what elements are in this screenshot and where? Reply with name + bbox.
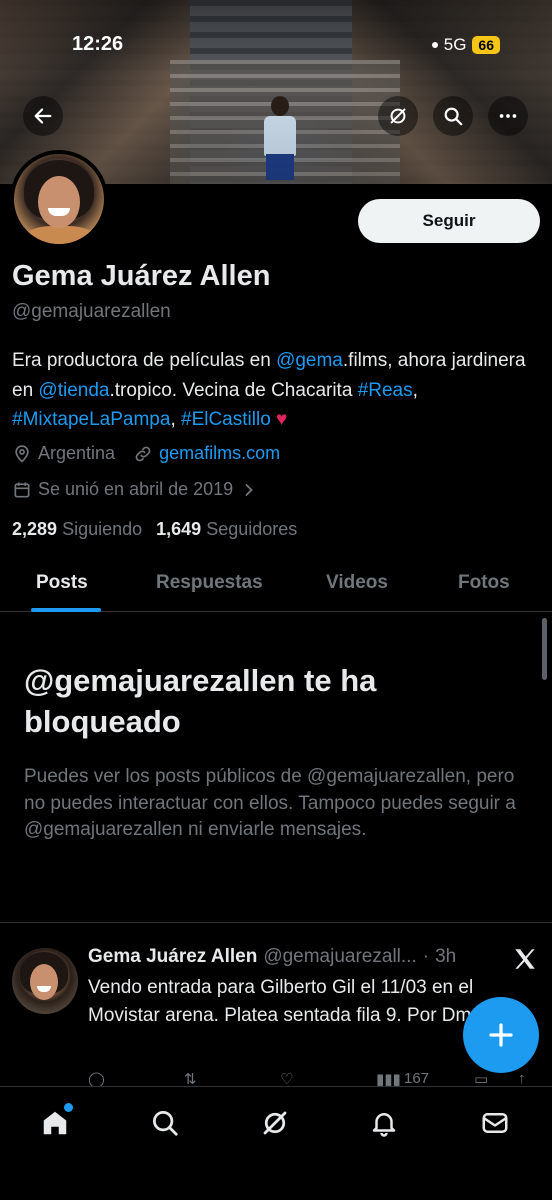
- tab-respuestas[interactable]: Respuestas: [156, 572, 263, 594]
- tab-videos[interactable]: Videos: [326, 572, 388, 594]
- tab-fotos[interactable]: Fotos: [458, 572, 510, 594]
- post-author-avatar[interactable]: [12, 948, 78, 1014]
- heart-emoji-icon: ♥: [276, 409, 288, 430]
- profile-bio: Era productora de películas en @gema.fil…: [12, 346, 540, 435]
- share-icon[interactable]: ↑: [518, 1070, 526, 1086]
- bio-mention-gema[interactable]: @gema: [276, 350, 343, 371]
- calendar-icon: [14, 482, 30, 497]
- bio-hashtag-castillo[interactable]: #ElCastillo: [181, 409, 271, 430]
- bookmark-icon[interactable]: ▭: [474, 1070, 488, 1086]
- repost-icon[interactable]: ⇅: [184, 1070, 197, 1086]
- chevron-right-icon: [245, 483, 253, 496]
- notification-dot: [64, 1103, 73, 1112]
- followers-stat[interactable]: 1,649 Seguidores: [156, 519, 297, 540]
- grok-button[interactable]: [378, 96, 418, 136]
- nav-search[interactable]: [147, 1105, 183, 1141]
- bio-separator: ,: [412, 379, 418, 401]
- back-button[interactable]: [23, 96, 63, 136]
- nav-home[interactable]: [37, 1103, 73, 1141]
- post-author-name[interactable]: Gema Juárez Allen: [88, 946, 257, 968]
- messages-icon: [482, 1113, 508, 1133]
- search-button[interactable]: [433, 96, 473, 136]
- battery-level: 66: [472, 36, 500, 54]
- more-button[interactable]: [488, 96, 528, 136]
- grok-icon: [263, 1111, 287, 1135]
- profile-joined-row[interactable]: Se unió en abril de 2019: [12, 479, 259, 500]
- home-icon: [43, 1111, 67, 1135]
- following-stat[interactable]: 2,289 Siguiendo: [12, 519, 142, 540]
- bio-hashtag-mixtape[interactable]: #MixtapeLaPampa: [12, 409, 170, 430]
- nav-notifications[interactable]: [366, 1105, 402, 1141]
- profile-joined-date: Se unió en abril de 2019: [38, 479, 234, 499]
- profile-location: Argentina: [38, 443, 116, 463]
- views-count: 167: [404, 1070, 430, 1086]
- signal-dot-icon: [431, 42, 438, 48]
- following-label: Siguiendo: [62, 519, 143, 539]
- profile-stats: 2,289 Siguiendo 1,649 Seguidores: [12, 519, 297, 540]
- link-icon: [135, 446, 151, 461]
- x-logo-icon: [515, 949, 535, 969]
- blocked-title: @gemajuarezallen te ha bloqueado: [24, 663, 377, 739]
- nav-grok[interactable]: [257, 1105, 293, 1141]
- bottom-nav: [0, 1086, 552, 1200]
- post-header: Gema Juárez Allen @gemajuarezall... · 3h: [88, 946, 456, 968]
- more-icon: [499, 114, 517, 118]
- followers-count: 1,649: [156, 519, 202, 539]
- following-count: 2,289: [12, 519, 58, 539]
- follow-button[interactable]: Seguir: [358, 199, 540, 243]
- followers-label: Seguidores: [206, 519, 298, 539]
- back-arrow-icon: [34, 108, 52, 124]
- post-timestamp: 3h: [435, 946, 457, 967]
- search-icon: [153, 1111, 178, 1136]
- profile-tabs: Posts Respuestas Videos Fotos: [0, 560, 552, 612]
- post-actions: ◯ ⇅ ♡ ▮▮▮ 167 ▭ ↑: [88, 1068, 538, 1086]
- active-tab-indicator: [31, 608, 101, 612]
- profile-website-link[interactable]: gemafilms.com: [159, 443, 280, 464]
- search-icon: [444, 107, 463, 126]
- bio-mention-tienda[interactable]: @tienda: [38, 380, 109, 401]
- location-pin-icon: [15, 444, 29, 463]
- bio-hashtag-reas[interactable]: #Reas: [358, 380, 413, 401]
- blocked-description: Puedes ver los posts públicos de @gemaju…: [24, 766, 516, 840]
- status-indicators: 5G 66: [431, 35, 500, 55]
- profile-avatar[interactable]: [10, 150, 108, 248]
- compose-post-button[interactable]: [463, 997, 539, 1073]
- profile-display-name: Gema Juárez Allen: [12, 260, 271, 292]
- plus-icon: [489, 1023, 513, 1047]
- status-bar: 12:26 5G 66: [0, 30, 552, 64]
- profile-handle: @gemajuarezallen: [12, 301, 171, 322]
- network-type: 5G: [443, 35, 467, 54]
- tab-posts[interactable]: Posts: [36, 572, 88, 594]
- divider: [0, 922, 552, 923]
- grok-icon: [390, 108, 406, 124]
- post-dot-separator: ·: [422, 946, 430, 967]
- scrollbar[interactable]: [542, 618, 547, 680]
- notifications-icon: [372, 1113, 396, 1137]
- status-time: 12:26: [72, 33, 124, 55]
- profile-location-row: Argentina gemafilms.com: [12, 443, 280, 464]
- bio-text: .tropico. Vecina de Chacarita: [109, 379, 358, 401]
- post-author-handle: @gemajuarezall...: [263, 946, 417, 967]
- nav-messages[interactable]: [477, 1105, 513, 1141]
- like-icon[interactable]: ♡: [280, 1070, 293, 1086]
- bio-separator: ,: [170, 409, 181, 430]
- bio-text: Era productora de películas en: [12, 350, 277, 371]
- views-icon[interactable]: ▮▮▮: [376, 1070, 401, 1086]
- reply-icon[interactable]: ◯: [88, 1070, 105, 1086]
